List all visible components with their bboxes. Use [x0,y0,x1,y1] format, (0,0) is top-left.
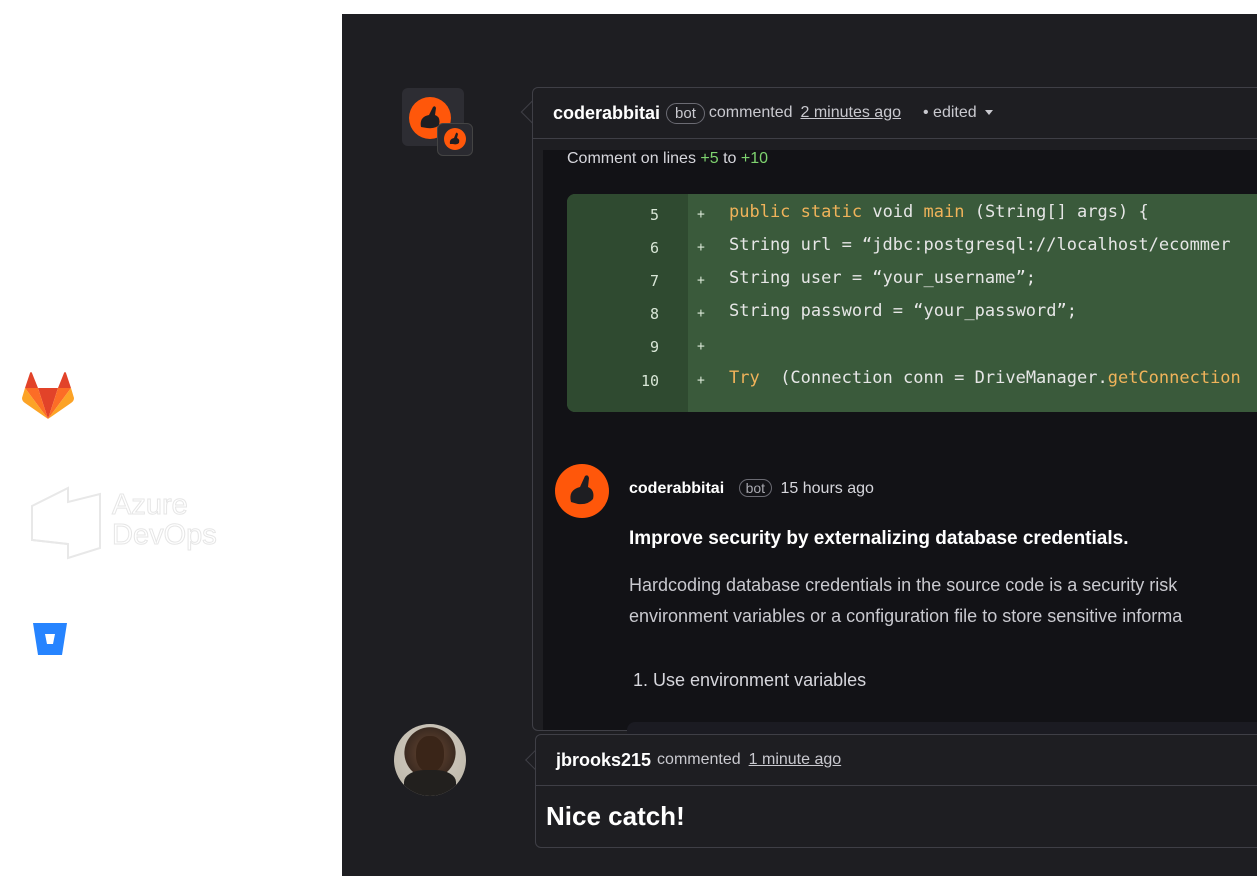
line-number: 6 [649,239,659,257]
diff-sign: + [697,240,705,255]
reply-author[interactable]: coderabbitai [629,480,724,497]
comment-action: commented [657,751,741,768]
azure-devops-icon [31,486,101,560]
reply-list-item: 1. Use environment variables [633,670,867,690]
azure-devops-wordmark: Azure DevOps [112,489,218,551]
gitlab-logo-icon [22,372,74,419]
comment-on-prefix: Comment on lines [567,150,696,167]
reply-text-line2: environment variables or a configuration… [629,606,1183,626]
comment-on-lines: Comment on lines +5 to +10 [567,150,768,168]
diff-sign: + [697,207,705,222]
code-text: String password = “your_password”; [729,301,1077,321]
code-text: public static void main (String[] args) … [729,202,1149,222]
code-text: Try (Connection conn = DriveManager.getC… [729,368,1241,388]
stage: Azure DevOps coderabbitai bot commented … [0,0,1257,876]
line-number: 7 [649,272,659,290]
diff-line: 7 + String user = “your_username”; [567,264,1257,297]
range-start: +5 [700,150,719,167]
comment-time-link[interactable]: 2 minutes ago [800,104,901,122]
diff-sign: + [697,306,705,321]
reply-text: Hardcoding database credentials in the s… [629,570,1182,632]
avatar-shirt [404,770,456,796]
diff-line: 8 + String password = “your_password”; [567,297,1257,330]
comment-header: jbrooks215 commented 1 minute ago [536,735,1257,786]
diff-line: 6 + String url = “jdbc:postgresql://loca… [567,231,1257,264]
code-text: String user = “your_username”; [729,268,1037,288]
reply-header: coderabbitai bot 15 hours ago [629,479,874,498]
diff-sign: + [697,273,705,288]
comment-time-link[interactable]: 1 minute ago [749,751,842,769]
bot-comment-card: coderabbitai bot commented 2 minutes ago… [532,87,1257,742]
azure-devops-logo: Azure DevOps [28,484,238,564]
comment-author[interactable]: coderabbitai [553,103,660,124]
reply-text-line1: Hardcoding database credentials in the s… [629,575,1178,595]
azure-label-line2: DevOps [112,519,218,551]
range-end: +10 [740,150,769,167]
code-diff: 5 + public static void main (String[] ar… [567,194,1257,412]
azure-label-line1: Azure [112,489,189,521]
diff-sign: + [697,339,705,354]
comment-message: Nice catch! [546,801,685,831]
user-avatar[interactable] [394,724,466,796]
diff-sign: + [697,373,705,388]
coderabbit-reply-avatar[interactable] [555,464,609,518]
diff-line: 9 + [567,330,1257,363]
reply-time: 15 hours ago [780,480,874,497]
reply-title: Improve security by externalizing databa… [629,528,1129,549]
diff-line: 10 + Try (Connection conn = DriveManager… [567,364,1257,397]
code-text: String url = “jdbc:postgresql://localhos… [729,235,1231,255]
line-number: 8 [649,305,659,323]
range-to: to [723,150,737,167]
avatar-face [416,736,444,772]
bot-avatar[interactable] [402,88,473,156]
line-number: 10 [640,372,659,390]
coderabbit-mini-icon [437,123,473,156]
comment-action: commented [708,104,793,121]
reply-bot-badge: bot [738,479,773,497]
comment-header: coderabbitai bot commented 2 minutes ago… [533,88,1257,139]
caret-down-icon [984,110,993,116]
bot-badge: bot [666,102,705,124]
edited-label: • edited [923,104,977,121]
comment-author[interactable]: jbrooks215 [556,750,651,771]
rabbit-icon [570,475,594,505]
pull-request-panel: coderabbitai bot commented 2 minutes ago… [342,14,1257,876]
user-comment-card: jbrooks215 commented 1 minute ago Nice c… [535,734,1257,848]
comment-body: Comment on lines +5 to +10 5 + public st… [543,150,1257,742]
diff-line: 5 + public static void main (String[] ar… [567,198,1257,231]
bitbucket-logo-icon [33,623,67,655]
edited-dropdown[interactable]: • edited [923,104,993,122]
line-number: 5 [649,206,659,224]
line-number: 9 [649,338,659,356]
